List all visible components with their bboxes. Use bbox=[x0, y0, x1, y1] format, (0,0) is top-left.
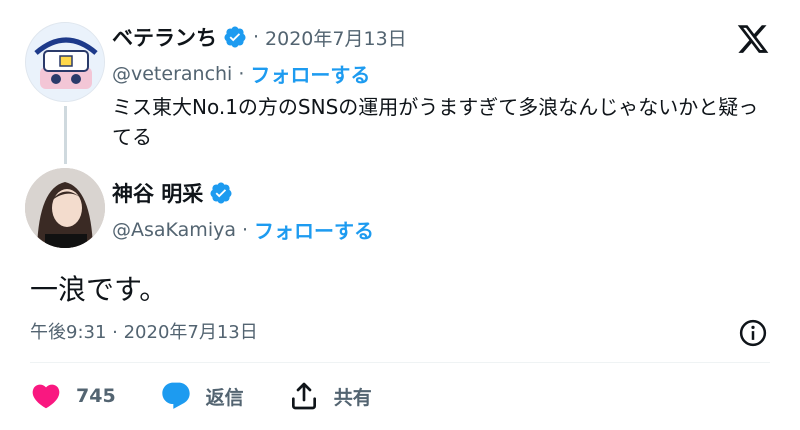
reply-author-name[interactable]: 神谷 明采 bbox=[112, 178, 203, 208]
info-icon[interactable] bbox=[738, 318, 768, 348]
speech-bubble-icon bbox=[162, 382, 190, 409]
tweet-card: ベテランち · 2020年7月13日 @veteranchi · フォローする … bbox=[0, 0, 800, 430]
divider bbox=[30, 362, 770, 363]
parent-author-handle[interactable]: @veteranchi bbox=[112, 63, 232, 85]
reply-follow-button[interactable]: フォローする bbox=[254, 215, 374, 244]
separator-dot: · bbox=[238, 62, 245, 85]
parent-date[interactable]: 2020年7月13日 bbox=[265, 24, 407, 51]
verified-badge-icon bbox=[223, 25, 247, 49]
reply-label: 返信 bbox=[205, 386, 244, 409]
share-button[interactable]: 共有 bbox=[288, 380, 372, 412]
action-bar: 745 返信 共有 bbox=[30, 380, 416, 412]
reply-tweet-text: 一浪です。 bbox=[30, 273, 168, 306]
heart-icon bbox=[32, 384, 60, 409]
separator-dot: · bbox=[241, 218, 249, 241]
like-button[interactable]: 745 bbox=[30, 380, 116, 412]
reply-button[interactable]: 返信 bbox=[160, 380, 244, 412]
parent-follow-button[interactable]: フォローする bbox=[250, 59, 370, 88]
parent-header: ベテランち · 2020年7月13日 bbox=[112, 22, 407, 52]
parent-author-avatar[interactable] bbox=[25, 22, 105, 102]
reply-handle-row: @AsaKamiya · フォローする bbox=[112, 215, 374, 244]
cartoon-avatar-image bbox=[26, 23, 104, 101]
verified-badge-icon bbox=[209, 181, 233, 205]
reply-author-handle[interactable]: @AsaKamiya bbox=[112, 219, 236, 241]
profile-photo-image bbox=[25, 168, 105, 248]
share-upload-icon bbox=[291, 382, 316, 410]
reply-timestamp[interactable]: 午後9:31 · 2020年7月13日 bbox=[30, 318, 258, 344]
share-label: 共有 bbox=[333, 386, 372, 409]
parent-handle-row: @veteranchi · フォローする bbox=[112, 59, 370, 88]
thread-connector-line bbox=[64, 106, 67, 164]
like-count: 745 bbox=[76, 385, 116, 407]
separator-dot: · bbox=[253, 26, 260, 48]
parent-tweet-text: ミス東大No.1の方のSNSの運用がうますぎて多浪なんじゃないかと疑ってる bbox=[112, 95, 759, 149]
reply-author-avatar[interactable] bbox=[25, 168, 105, 248]
parent-author-name[interactable]: ベテランち bbox=[112, 22, 217, 52]
x-logo-icon[interactable] bbox=[736, 22, 770, 56]
reply-header: 神谷 明采 bbox=[112, 178, 233, 208]
